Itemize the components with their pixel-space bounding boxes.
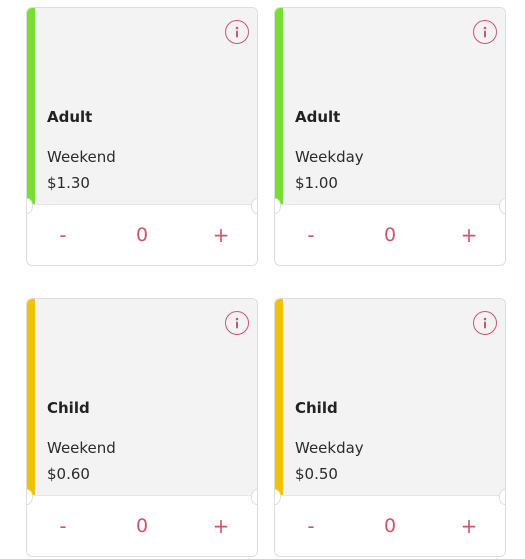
ticket-card-header: Adult Weekday $1.00 xyxy=(275,8,505,205)
ticket-period: Weekend xyxy=(47,439,116,457)
quantity-stepper: - 0 + xyxy=(27,496,257,556)
ticket-price: $0.50 xyxy=(295,465,338,483)
quantity-value: 0 xyxy=(135,224,149,246)
ticket-title: Child xyxy=(47,399,90,417)
increment-button[interactable]: + xyxy=(459,223,479,247)
ticket-card-child-weekend: Child Weekend $0.60 - 0 + xyxy=(26,298,258,557)
decrement-button[interactable]: - xyxy=(301,514,321,538)
ticket-price: $1.00 xyxy=(295,174,338,192)
ticket-price: $1.30 xyxy=(47,174,90,192)
category-stripe xyxy=(27,299,35,495)
quantity-stepper: - 0 + xyxy=(275,205,505,265)
ticket-grid: Adult Weekend $1.30 - 0 + Adult Weekday … xyxy=(0,0,525,559)
category-stripe xyxy=(275,8,283,204)
ticket-card-child-weekday: Child Weekday $0.50 - 0 + xyxy=(274,298,506,557)
quantity-stepper: - 0 + xyxy=(27,205,257,265)
decrement-button[interactable]: - xyxy=(53,223,73,247)
ticket-title: Adult xyxy=(47,108,93,126)
ticket-card-header: Adult Weekend $1.30 xyxy=(27,8,257,205)
increment-button[interactable]: + xyxy=(211,223,231,247)
increment-button[interactable]: + xyxy=(211,514,231,538)
quantity-value: 0 xyxy=(135,515,149,537)
ticket-title: Child xyxy=(295,399,338,417)
info-icon[interactable] xyxy=(225,20,249,44)
ticket-title: Adult xyxy=(295,108,341,126)
quantity-stepper: - 0 + xyxy=(275,496,505,556)
decrement-button[interactable]: - xyxy=(53,514,73,538)
quantity-value: 0 xyxy=(383,224,397,246)
decrement-button[interactable]: - xyxy=(301,223,321,247)
ticket-card-adult-weekday: Adult Weekday $1.00 - 0 + xyxy=(274,7,506,266)
info-icon[interactable] xyxy=(473,20,497,44)
ticket-card-header: Child Weekday $0.50 xyxy=(275,299,505,496)
ticket-card-adult-weekend: Adult Weekend $1.30 - 0 + xyxy=(26,7,258,266)
ticket-period: Weekend xyxy=(47,148,116,166)
info-icon[interactable] xyxy=(225,311,249,335)
category-stripe xyxy=(27,8,35,204)
category-stripe xyxy=(275,299,283,495)
quantity-value: 0 xyxy=(383,515,397,537)
ticket-card-header: Child Weekend $0.60 xyxy=(27,299,257,496)
info-icon[interactable] xyxy=(473,311,497,335)
ticket-period: Weekday xyxy=(295,148,364,166)
increment-button[interactable]: + xyxy=(459,514,479,538)
ticket-period: Weekday xyxy=(295,439,364,457)
ticket-price: $0.60 xyxy=(47,465,90,483)
